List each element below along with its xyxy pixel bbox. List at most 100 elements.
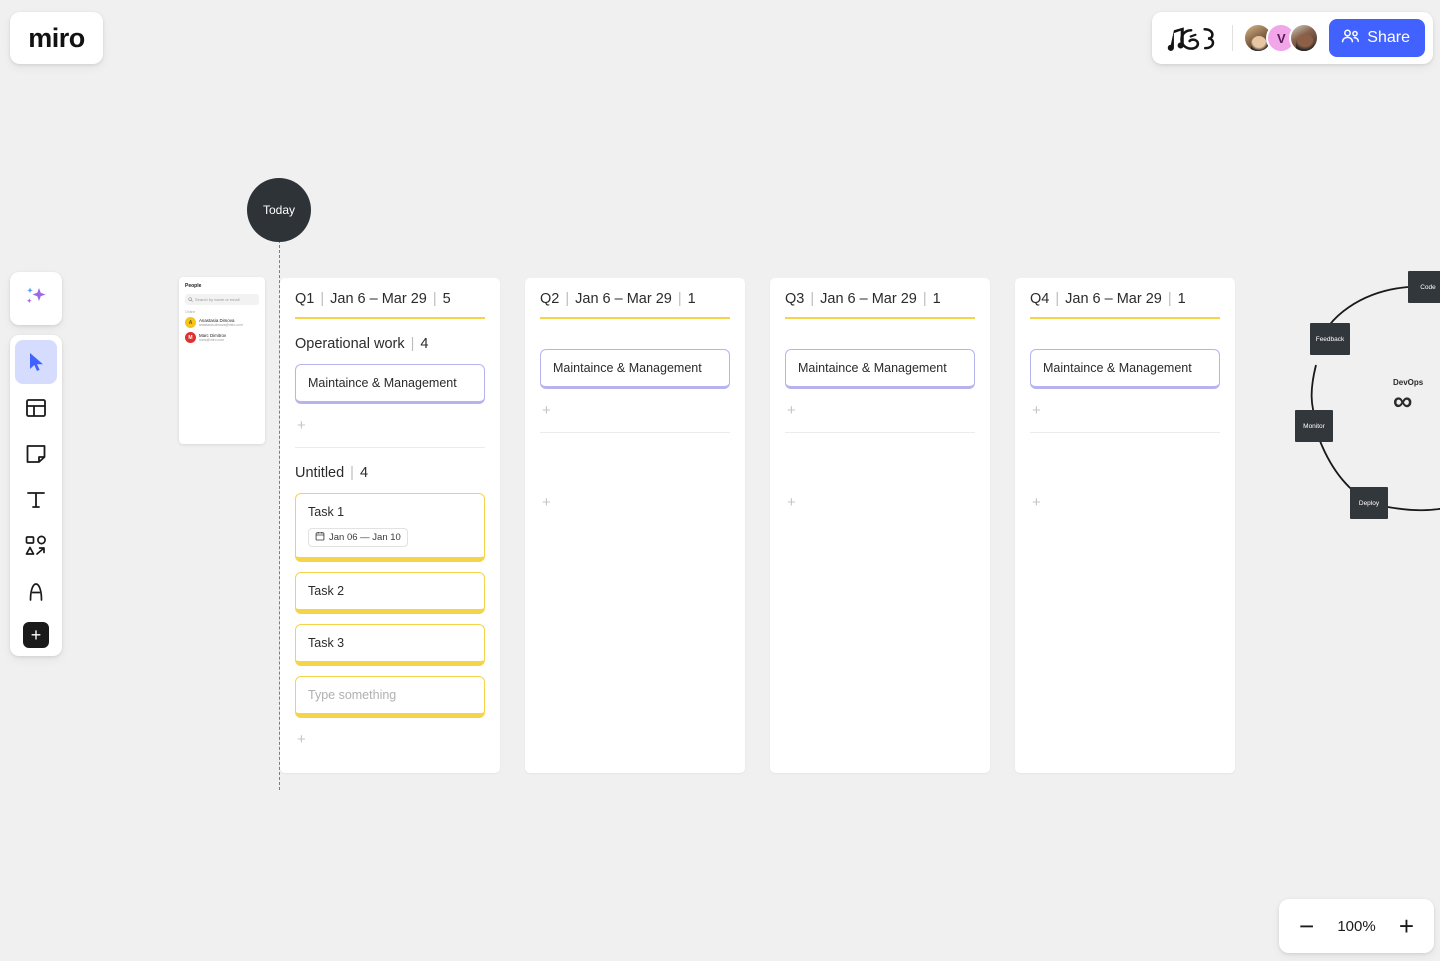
card-title: Task 1 — [308, 505, 345, 520]
group-title[interactable]: Untitled | 4 — [295, 465, 485, 481]
node-label: Deploy — [1358, 499, 1380, 507]
add-card-button[interactable]: + — [1030, 491, 1220, 510]
group-title[interactable]: Operational work | 4 — [295, 336, 485, 352]
column-separator: | — [432, 291, 437, 307]
timeline-columns: Q1 | Jan 6 – Mar 29 | 5 Operational work… — [280, 278, 1235, 773]
calendar-icon — [315, 531, 325, 544]
node-label: Code — [1420, 283, 1436, 291]
people-icon — [1341, 28, 1360, 49]
column-count: 1 — [687, 291, 696, 307]
infinity-icon: ∞ — [1393, 386, 1413, 416]
column-header: Q1 | Jan 6 – Mar 29 | 5 — [295, 291, 485, 307]
sticky-note-icon — [24, 442, 48, 466]
node-label: Feedback — [1315, 335, 1345, 343]
quarter-column[interactable]: Q1 | Jan 6 – Mar 29 | 5 Operational work… — [280, 278, 500, 773]
group-separator: | — [410, 336, 415, 352]
people-list-item[interactable]: A Anastasia Dimova anastasia.dimova@miro… — [185, 317, 259, 328]
add-card-button[interactable]: + — [295, 414, 485, 433]
share-button[interactable]: Share — [1329, 19, 1425, 57]
add-card-button[interactable]: + — [540, 399, 730, 418]
card-title: Maintaince & Management — [308, 376, 457, 390]
column-quarter: Q3 — [785, 291, 805, 307]
card-title: Maintaince & Management — [553, 361, 702, 375]
card-date-text: Jan 06 — Jan 10 — [329, 531, 401, 543]
column-count: 5 — [442, 291, 451, 307]
column-range: Jan 6 – Mar 29 — [1065, 291, 1162, 307]
column-separator: | — [810, 291, 815, 307]
add-card-button[interactable]: + — [1030, 399, 1220, 418]
board-card[interactable]: Task 2 — [295, 571, 485, 614]
miro-logo[interactable]: miro — [10, 12, 103, 64]
card-date-chip[interactable]: Jan 06 — Jan 10 — [308, 527, 408, 547]
diagram-node[interactable]: Code — [1408, 271, 1440, 303]
board-card[interactable]: Maintaince & Management — [785, 349, 975, 390]
people-search-input[interactable]: Search by name or email — [185, 294, 259, 305]
person-email: marc@miro.com — [199, 338, 224, 343]
today-marker[interactable]: Today — [247, 178, 311, 242]
avatar-initial: M — [188, 334, 193, 341]
people-panel-title: People — [185, 283, 202, 289]
zoom-in-button[interactable]: + — [1399, 913, 1414, 939]
people-panel[interactable]: People Search by name or email Online A … — [179, 277, 265, 444]
people-search-placeholder: Search by name or email — [195, 297, 240, 302]
shapes-tool[interactable] — [15, 524, 57, 568]
board-card[interactable]: Maintaince & Management — [540, 349, 730, 390]
ai-tool-card[interactable] — [10, 272, 62, 325]
diagram-node[interactable]: Monitor — [1295, 410, 1333, 442]
node-label: Monitor — [1303, 422, 1325, 430]
person-email: anastasia.dimova@miro.com — [199, 323, 243, 328]
topbar-divider — [1232, 25, 1234, 51]
column-quarter: Q4 — [1030, 291, 1050, 307]
board-card[interactable]: Task 3 — [295, 623, 485, 666]
column-separator: | — [1167, 291, 1172, 307]
avatar-initial: A — [188, 319, 193, 326]
zoom-level[interactable]: 100% — [1337, 918, 1375, 935]
column-quarter: Q1 — [295, 291, 315, 307]
template-frame-icon — [24, 396, 48, 420]
card-title: Maintaince & Management — [1043, 361, 1192, 375]
board-card[interactable]: Maintaince & Management — [1030, 349, 1220, 390]
select-tool[interactable] — [15, 340, 57, 384]
zoom-control: − 100% + — [1279, 899, 1434, 953]
new-card-input[interactable]: Type something — [295, 676, 485, 719]
avatar[interactable] — [1289, 23, 1320, 53]
card-title: Task 3 — [308, 635, 345, 650]
cursor-select-icon — [25, 351, 47, 373]
quarter-column[interactable]: Q3 | Jan 6 – Mar 29 | 1 Maintaince & Man… — [770, 278, 990, 773]
plus-icon: + — [30, 625, 42, 645]
add-card-button[interactable]: + — [785, 399, 975, 418]
shapes-arrow-icon — [24, 534, 48, 558]
pen-tool[interactable] — [15, 570, 57, 614]
column-separator: | — [1055, 291, 1060, 307]
today-dashed-line — [279, 240, 280, 790]
quarter-column[interactable]: Q2 | Jan 6 – Mar 29 | 1 Maintaince & Man… — [525, 278, 745, 773]
templates-tool[interactable] — [15, 386, 57, 430]
topbar-right: V Share — [1152, 12, 1433, 64]
board-card[interactable]: Maintaince & Management — [295, 364, 485, 405]
column-header: Q3 | Jan 6 – Mar 29 | 1 — [785, 291, 975, 307]
add-more-tools-button[interactable]: + — [23, 622, 49, 648]
devops-diagram[interactable]: Code Feedback Monitor Deploy DevOps ∞ — [1290, 265, 1440, 535]
quarter-column[interactable]: Q4 | Jan 6 – Mar 29 | 1 Maintaince & Man… — [1015, 278, 1235, 773]
diagram-node[interactable]: Feedback — [1310, 323, 1350, 355]
column-range: Jan 6 – Mar 29 — [330, 291, 427, 307]
text-tool[interactable] — [15, 478, 57, 522]
sticky-note-tool[interactable] — [15, 432, 57, 476]
board-card[interactable]: Task 1 Jan 06 — Jan 10 — [295, 493, 485, 562]
diagram-node[interactable]: Deploy — [1350, 487, 1388, 519]
avatar: M — [185, 332, 196, 343]
column-range: Jan 6 – Mar 29 — [820, 291, 917, 307]
add-card-button[interactable]: + — [295, 728, 485, 747]
pen-draw-icon — [24, 580, 48, 604]
people-list-item[interactable]: M Marc Dimitrov marc@miro.com — [185, 332, 259, 343]
add-card-button[interactable]: + — [785, 491, 975, 510]
group-count: 4 — [359, 465, 369, 482]
left-toolbar: + — [10, 335, 62, 656]
group-label: Untitled — [295, 465, 345, 482]
collaborator-avatars[interactable]: V — [1243, 23, 1320, 53]
zoom-out-button[interactable]: − — [1299, 913, 1314, 939]
add-card-button[interactable]: + — [540, 491, 730, 510]
